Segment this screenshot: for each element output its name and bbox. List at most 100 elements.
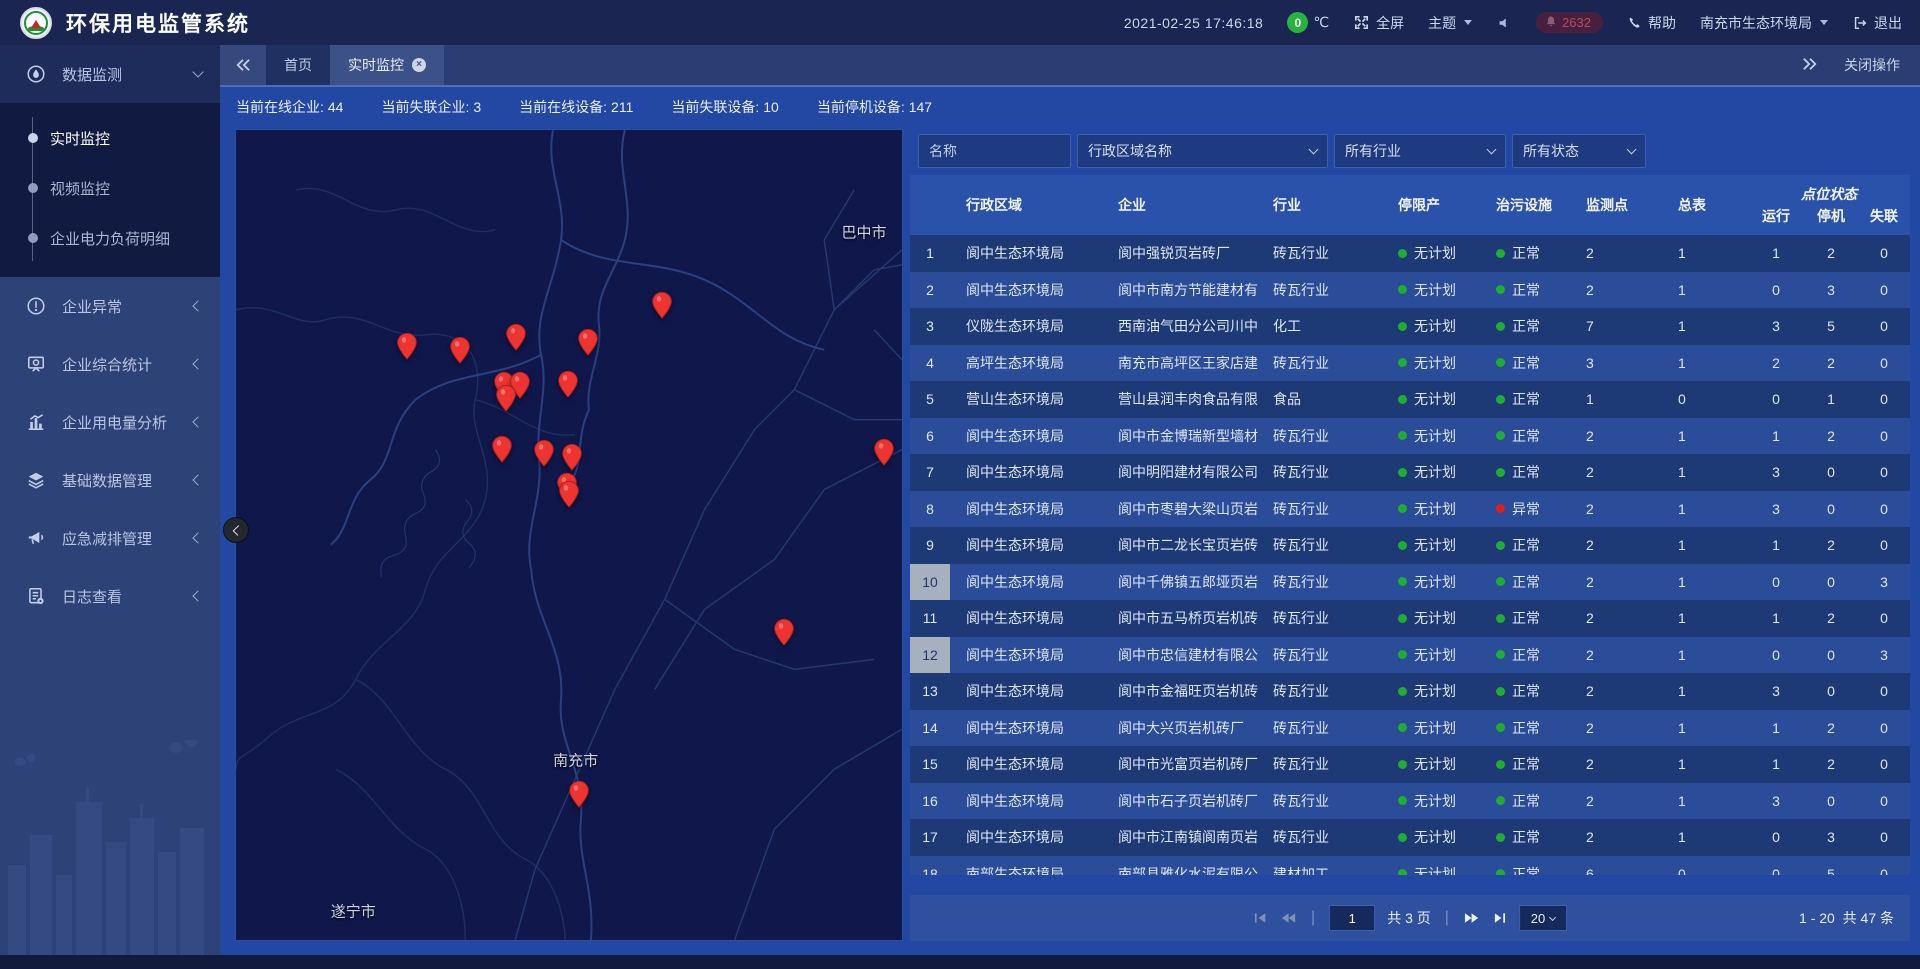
cell-limit-status: 无计划 bbox=[1388, 819, 1486, 856]
cell-limit-status: 无计划 bbox=[1388, 673, 1486, 710]
map-pin-icon[interactable] bbox=[577, 328, 598, 361]
name-search-input[interactable] bbox=[929, 143, 1060, 159]
tab-实时监控[interactable]: 实时监控× bbox=[330, 45, 444, 85]
cell-limit-status: 无计划 bbox=[1388, 600, 1486, 637]
status-dot-icon bbox=[1496, 723, 1505, 732]
sidebar-item-emergency-reduction[interactable]: 应急减排管理 bbox=[0, 509, 220, 567]
chevron-down-icon bbox=[192, 66, 203, 77]
map-pin-icon[interactable] bbox=[559, 480, 580, 513]
first-page-button[interactable] bbox=[1253, 911, 1268, 925]
table-row[interactable]: 3仪陇生态环境局西南油气田分公司川中化工无计划正常71350 bbox=[910, 308, 1910, 345]
next-page-button[interactable] bbox=[1463, 911, 1480, 925]
cell-stop: 0 bbox=[1804, 564, 1858, 601]
tab-首页[interactable]: 首页 bbox=[266, 45, 330, 85]
sidebar-item-enterprise-stats[interactable]: 企业综合统计 bbox=[0, 335, 220, 393]
notification-badge[interactable]: 2632 bbox=[1536, 12, 1603, 33]
page-number-input[interactable] bbox=[1329, 905, 1375, 931]
cell-lost: 0 bbox=[1858, 308, 1910, 345]
close-operations-button[interactable]: 关闭操作 bbox=[1844, 55, 1900, 75]
table-row[interactable]: 14阆中生态环境局阆中大兴页岩机砖厂砖瓦行业无计划正常21120 bbox=[910, 710, 1910, 747]
table-row[interactable]: 16阆中生态环境局阆中市石子页岩机砖厂砖瓦行业无计划正常21300 bbox=[910, 783, 1910, 820]
cell-lost: 0 bbox=[1858, 710, 1910, 747]
table-row[interactable]: 5营山生态环境局营山县润丰肉食品有限食品无计划正常10010 bbox=[910, 381, 1910, 418]
table-row[interactable]: 6阆中生态环境局阆中市金博瑞新型墙材砖瓦行业无计划正常21120 bbox=[910, 418, 1910, 455]
sidebar-item-enterprise-abnormal[interactable]: 企业异常 bbox=[0, 277, 220, 335]
org-menu-button[interactable]: 南充市生态环境局 bbox=[1700, 13, 1828, 33]
tabs-scroll-right-button[interactable] bbox=[1802, 57, 1818, 74]
cell-industry: 砖瓦行业 bbox=[1263, 746, 1388, 783]
chevron-left-icon bbox=[192, 300, 203, 311]
cell-run: 3 bbox=[1748, 783, 1804, 820]
map-pin-icon[interactable] bbox=[568, 781, 589, 814]
chevron-down-icon bbox=[1309, 145, 1319, 155]
table-row[interactable]: 8阆中生态环境局阆中市枣碧大梁山页岩砖瓦行业无计划异常21300 bbox=[910, 491, 1910, 528]
fullscreen-icon bbox=[1353, 14, 1370, 31]
map-pin-icon[interactable] bbox=[492, 436, 513, 469]
fullscreen-button[interactable]: 全屏 bbox=[1353, 13, 1404, 33]
map-pin-icon[interactable] bbox=[506, 323, 527, 356]
sidebar-item-log-view[interactable]: 日志查看 bbox=[0, 567, 220, 625]
col-enterprise: 企业 bbox=[1108, 175, 1263, 235]
row-number: 6 bbox=[910, 418, 950, 455]
sidebar-subitem-realtime-monitor[interactable]: 实时监控 bbox=[0, 113, 220, 163]
status-dot-icon bbox=[1398, 760, 1407, 769]
tabs-scroll-left-button[interactable] bbox=[220, 45, 266, 85]
cell-total: 1 bbox=[1668, 235, 1748, 272]
map-pin-icon[interactable] bbox=[496, 385, 517, 418]
table-row[interactable]: 17阆中生态环境局阆中市江南镇阆南页岩砖瓦行业无计划正常21030 bbox=[910, 819, 1910, 856]
mute-button[interactable] bbox=[1496, 15, 1512, 31]
status-metric: 当前失联企业:3 bbox=[381, 97, 481, 117]
cell-total: 1 bbox=[1668, 564, 1748, 601]
table-row[interactable]: 1阆中生态环境局阆中强锐页岩砖厂砖瓦行业无计划正常21120 bbox=[910, 235, 1910, 272]
name-search-field[interactable] bbox=[918, 134, 1071, 168]
status-dot-icon bbox=[1398, 650, 1407, 659]
table-row[interactable]: 13阆中生态环境局阆中市金福旺页岩机砖砖瓦行业无计划正常21300 bbox=[910, 673, 1910, 710]
sidebar-item-data-monitoring[interactable]: 数据监测 bbox=[0, 45, 220, 103]
map-pin-icon[interactable] bbox=[774, 619, 795, 652]
app-header: 环保用电监管系统 2021-02-25 17:46:18 0 ℃ 全屏 主题 bbox=[0, 0, 1920, 45]
prev-page-button[interactable] bbox=[1280, 911, 1297, 925]
map-pin-icon[interactable] bbox=[558, 370, 579, 403]
table-row[interactable]: 7阆中生态环境局阆中明阳建材有限公司砖瓦行业无计划正常21300 bbox=[910, 454, 1910, 491]
logout-button[interactable]: 退出 bbox=[1852, 13, 1902, 33]
notification-count: 2632 bbox=[1562, 15, 1591, 30]
tab-close-icon[interactable]: × bbox=[412, 58, 426, 72]
layers-icon bbox=[26, 470, 46, 490]
last-page-button[interactable] bbox=[1492, 911, 1507, 925]
sidebar-subitem-power-load-detail[interactable]: 企业电力负荷明细 bbox=[0, 213, 220, 263]
table-row[interactable]: 2阆中生态环境局阆中市南方节能建材有砖瓦行业无计划正常21030 bbox=[910, 272, 1910, 309]
chevron-down-icon bbox=[1487, 145, 1497, 155]
table-row[interactable]: 18南部生态环境局南部县雅化水泥有限公建材加工无计划正常60050 bbox=[910, 856, 1910, 876]
cell-industry: 砖瓦行业 bbox=[1263, 272, 1388, 309]
map-pin-icon[interactable] bbox=[534, 439, 555, 472]
map-pin-icon[interactable] bbox=[874, 438, 895, 471]
table-row[interactable]: 15阆中生态环境局阆中市光富页岩机砖厂砖瓦行业无计划正常21120 bbox=[910, 746, 1910, 783]
status-dot-icon bbox=[1496, 541, 1505, 550]
map-pin-icon[interactable] bbox=[450, 336, 471, 369]
industry-select[interactable]: 所有行业 bbox=[1334, 134, 1506, 168]
cell-limit-status: 无计划 bbox=[1388, 564, 1486, 601]
table-row[interactable]: 10阆中生态环境局阆中千佛镇五郎垭页岩砖瓦行业无计划正常21003 bbox=[910, 564, 1910, 601]
map-collapse-button[interactable] bbox=[223, 517, 249, 543]
region-select[interactable]: 行政区域名称 bbox=[1077, 134, 1328, 168]
table-row[interactable]: 4高坪生态环境局南充市高坪区王家店建砖瓦行业无计划正常31220 bbox=[910, 345, 1910, 382]
theme-menu-button[interactable]: 主题 bbox=[1428, 13, 1472, 33]
sidebar-subitem-video-monitor[interactable]: 视频监控 bbox=[0, 163, 220, 213]
help-button[interactable]: 帮助 bbox=[1627, 13, 1676, 33]
map-canvas[interactable] bbox=[236, 130, 902, 940]
table-row[interactable]: 11阆中生态环境局阆中市五马桥页岩机砖砖瓦行业无计划正常21120 bbox=[910, 600, 1910, 637]
chevron-left-icon bbox=[192, 590, 203, 601]
cell-lost: 0 bbox=[1858, 856, 1910, 876]
sidebar-item-power-usage-analysis[interactable]: 企业用电量分析 bbox=[0, 393, 220, 451]
table-row[interactable]: 12阆中生态环境局阆中市忠信建材有限公砖瓦行业无计划正常21003 bbox=[910, 637, 1910, 674]
cell-facility-status: 正常 bbox=[1486, 783, 1576, 820]
page-size-select[interactable]: 20 bbox=[1519, 905, 1567, 931]
chevron-left-icon bbox=[232, 525, 243, 536]
table-row[interactable]: 9阆中生态环境局阆中市二龙长宝页岩砖砖瓦行业无计划正常21120 bbox=[910, 527, 1910, 564]
map-pin-icon[interactable] bbox=[651, 292, 672, 325]
status-select[interactable]: 所有状态 bbox=[1512, 134, 1646, 168]
map-pin-icon[interactable] bbox=[397, 332, 418, 365]
cell-region: 阆中生态环境局 bbox=[950, 564, 1108, 601]
status-dot-icon bbox=[1398, 504, 1407, 513]
sidebar-item-base-data[interactable]: 基础数据管理 bbox=[0, 451, 220, 509]
